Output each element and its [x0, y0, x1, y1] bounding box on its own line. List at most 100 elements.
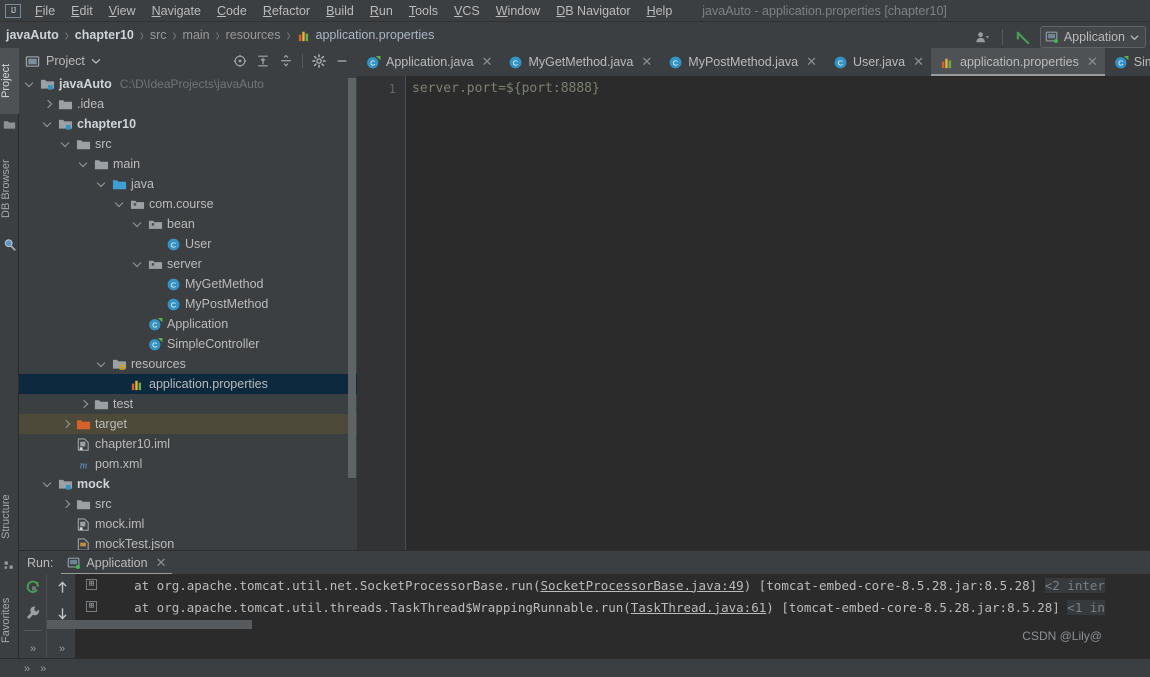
close-icon[interactable]: ✕ [641, 54, 652, 70]
chevron-down-icon[interactable] [43, 119, 54, 130]
close-icon[interactable]: ✕ [806, 54, 817, 70]
tree-node-mock[interactable]: mock [19, 474, 357, 494]
tree-node--idea[interactable]: .idea [19, 94, 357, 114]
scroll-from-source-icon[interactable] [233, 54, 247, 68]
editor-tabs[interactable]: C Application.java ✕ C MyGetMethod.java ✕ C MyP… [357, 48, 1150, 76]
console-output[interactable]: ⊞ at org.apache.tomcat.util.net.SocketPr… [76, 574, 1150, 658]
tree-node-java[interactable]: java [19, 174, 357, 194]
tree-node-javaauto[interactable]: javaAuto C:\D\IdeaProjects\javaAuto [19, 74, 357, 94]
menu-navigate[interactable]: Navigate [144, 2, 209, 20]
expand-all-icon[interactable] [256, 54, 270, 68]
wrench-settings-button[interactable] [19, 600, 47, 626]
menu-code[interactable]: Code [209, 2, 255, 20]
tree-node-test[interactable]: test [19, 394, 357, 414]
menu-tools[interactable]: Tools [401, 2, 446, 20]
editor-tab-sim[interactable]: C Sim [1105, 48, 1150, 76]
sidebar-tab-project[interactable]: Project [0, 48, 19, 114]
chevron-down-icon[interactable] [79, 159, 90, 170]
expand-more-right-button[interactable]: » [48, 643, 76, 655]
menu-file[interactable]: File [27, 2, 63, 20]
chevron-down-icon[interactable] [115, 199, 126, 210]
sidebar-tab-structure[interactable]: Structure [0, 478, 19, 556]
menu-vcs[interactable]: VCS [446, 2, 488, 20]
tree-node-bean[interactable]: bean [19, 214, 357, 234]
chevron-down-icon[interactable] [133, 259, 144, 270]
console-horizontal-scrollbar[interactable] [47, 620, 252, 629]
chevron-down-icon[interactable] [133, 219, 144, 230]
tree-node-user[interactable]: C User [19, 234, 357, 254]
settings-gear-icon[interactable] [312, 54, 326, 68]
chevron-right-icon[interactable] [43, 99, 54, 110]
chevron-down-icon[interactable] [97, 179, 108, 190]
run-tab-application[interactable]: Application ✕ [61, 551, 173, 575]
chevron-right-icon[interactable] [61, 499, 72, 510]
close-icon[interactable]: ✕ [1087, 54, 1098, 70]
status-expand-left-icon[interactable]: » [24, 663, 30, 675]
menu-edit[interactable]: Edit [63, 2, 101, 20]
tree-node-server[interactable]: server [19, 254, 357, 274]
menu-db-navigator[interactable]: DB Navigator [548, 2, 638, 20]
breadcrumb-item-chapter10[interactable]: chapter10 [75, 28, 134, 42]
editor-tab-mygetmethod-java[interactable]: C MyGetMethod.java ✕ [499, 48, 659, 76]
tree-node-main[interactable]: main [19, 154, 357, 174]
menu-view[interactable]: View [101, 2, 144, 20]
tree-node-mocktest-json[interactable]: mockTest.json [19, 534, 357, 550]
close-icon[interactable]: ✕ [482, 54, 493, 70]
chevron-down-icon[interactable] [61, 139, 72, 150]
close-icon[interactable]: ✕ [156, 555, 167, 571]
chevron-down-icon[interactable] [97, 359, 108, 370]
tree-node-com-course[interactable]: com.course [19, 194, 357, 214]
editor-tab-mypostmethod-java[interactable]: C MyPostMethod.java ✕ [659, 48, 824, 76]
user-dropdown-button[interactable] [972, 26, 993, 48]
tree-node-mock-iml[interactable]: mock.iml [19, 514, 357, 534]
tree-node-simplecontroller[interactable]: C SimpleController [19, 334, 357, 354]
chevron-down-icon[interactable] [91, 56, 101, 66]
tree-node-resources[interactable]: resources [19, 354, 357, 374]
breadcrumb-item-javaauto[interactable]: javaAuto [6, 28, 59, 42]
fold-toggle-icon[interactable]: ⊞ [86, 601, 97, 612]
breadcrumb-item-src[interactable]: src [150, 28, 167, 42]
menu-run[interactable]: Run [362, 2, 401, 20]
chevron-down-icon[interactable] [43, 479, 54, 490]
editor-tab-application-properties[interactable]: application.properties ✕ [931, 48, 1105, 76]
tree-node-target[interactable]: target [19, 414, 357, 434]
tree-node-chapter10-iml[interactable]: chapter10.iml [19, 434, 357, 454]
project-tree-scrollbar[interactable] [348, 78, 356, 478]
tree-node-chapter10[interactable]: chapter10 [19, 114, 357, 134]
project-tree[interactable]: javaAuto C:\D\IdeaProjects\javaAuto .idea c… [19, 74, 357, 550]
expand-more-left-button[interactable]: » [19, 643, 47, 655]
tree-node-src[interactable]: src [19, 494, 357, 514]
tree-node-mygetmethod[interactable]: C MyGetMethod [19, 274, 357, 294]
menu-build[interactable]: Build [318, 2, 362, 20]
tree-node-pom-xml[interactable]: m pom.xml [19, 454, 357, 474]
sidebar-tab-db-browser[interactable]: DB Browser [0, 143, 19, 235]
chevron-right-icon[interactable] [79, 399, 90, 410]
sidebar-tab-favorites[interactable]: Favorites [0, 582, 19, 658]
tree-node-application-properties[interactable]: application.properties [19, 374, 357, 394]
editor-tab-application-java[interactable]: C Application.java ✕ [357, 48, 499, 76]
hide-panel-icon[interactable] [335, 54, 349, 68]
breadcrumb-item-application-properties[interactable]: application.properties [297, 28, 434, 43]
editor-tab-user-java[interactable]: C User.java ✕ [824, 48, 931, 76]
breadcrumb-item-main[interactable]: main [183, 28, 210, 42]
status-expand-right-icon[interactable]: » [40, 663, 46, 675]
fold-toggle-icon[interactable]: ⊞ [86, 579, 97, 590]
update-project-button[interactable] [1012, 26, 1035, 48]
breadcrumb-item-resources[interactable]: resources [226, 28, 281, 42]
chevron-down-icon[interactable] [25, 79, 36, 90]
rerun-button[interactable] [19, 574, 47, 600]
tree-node-application[interactable]: C Application [19, 314, 357, 334]
stack-trace-link[interactable]: TaskThread.java:61 [631, 600, 766, 615]
tree-node-mypostmethod[interactable]: C MyPostMethod [19, 294, 357, 314]
run-configuration-selector[interactable]: Application [1039, 26, 1146, 48]
chevron-right-icon[interactable] [61, 419, 72, 430]
close-icon[interactable]: ✕ [913, 54, 924, 70]
editor-body[interactable]: 1 server.port=${port:8888} [357, 76, 1150, 550]
menu-help[interactable]: Help [639, 2, 681, 20]
menu-window[interactable]: Window [488, 2, 548, 20]
tree-node-src[interactable]: src [19, 134, 357, 154]
collapse-all-icon[interactable] [279, 54, 293, 68]
menu-refactor[interactable]: Refactor [255, 2, 318, 20]
stack-trace-link[interactable]: SocketProcessorBase.java:49 [541, 578, 744, 593]
up-arrow-button[interactable] [48, 574, 76, 600]
